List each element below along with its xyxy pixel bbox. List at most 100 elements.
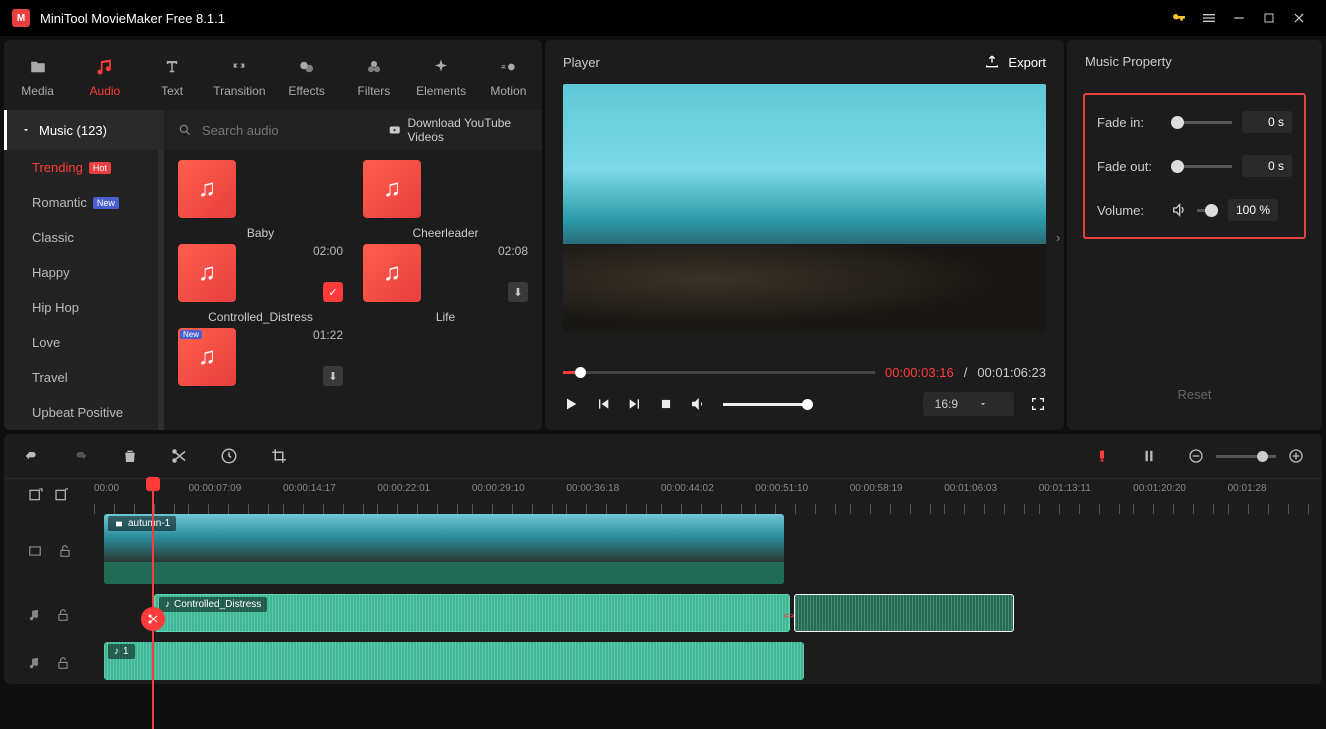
transition-icon — [229, 56, 249, 78]
sidebar-item-hiphop[interactable]: Hip Hop — [4, 290, 158, 325]
new-badge: New — [93, 197, 119, 209]
tab-filters[interactable]: Filters — [340, 48, 407, 110]
lock-icon[interactable] — [58, 543, 72, 559]
audio-item[interactable]: ♫ 02:00✓ Controlled_Distress — [178, 244, 343, 324]
scrub-slider[interactable] — [563, 371, 875, 374]
audio-item[interactable]: ♫ Cheerleader — [363, 160, 528, 240]
download-icon[interactable]: ⬇ — [508, 282, 528, 302]
search-icon — [178, 123, 192, 137]
effects-icon — [298, 56, 316, 78]
reset-button[interactable]: Reset — [1154, 379, 1236, 410]
check-icon: ✓ — [323, 282, 343, 302]
lock-icon[interactable] — [56, 655, 70, 671]
volume-prop-slider[interactable] — [1197, 209, 1218, 212]
crop-button[interactable] — [270, 447, 288, 465]
media-tabs: Media Audio Text Transition Effects Filt… — [4, 40, 542, 110]
music-icon — [95, 56, 115, 78]
audio-thumbnail: ♫ — [178, 244, 236, 302]
speed-button[interactable] — [220, 447, 238, 465]
download-icon[interactable]: ⬇ — [323, 366, 343, 386]
tab-audio[interactable]: Audio — [71, 48, 138, 110]
tab-text[interactable]: Text — [139, 48, 206, 110]
collapse-panel-icon[interactable]: › — [1056, 230, 1060, 245]
video-preview[interactable] — [563, 84, 1046, 332]
sidebar-item-travel[interactable]: Travel — [4, 360, 158, 395]
maximize-button[interactable] — [1254, 3, 1284, 33]
tab-media[interactable]: Media — [4, 48, 71, 110]
add-track-icon[interactable] — [28, 487, 44, 503]
aspect-ratio-select[interactable]: 16:9 — [923, 392, 1014, 416]
sidebar-item-love[interactable]: Love — [4, 325, 158, 360]
audio-thumbnail: ♫ — [363, 160, 421, 218]
redo-button[interactable] — [72, 448, 90, 464]
menu-icon[interactable] — [1194, 3, 1224, 33]
audio-clip[interactable]: ♪ 1 — [104, 642, 804, 680]
tab-motion[interactable]: Motion — [475, 48, 542, 110]
property-panel: Music Property Fade in: 0 s Fade out: 0 … — [1067, 40, 1322, 430]
audio-item[interactable]: New♫ 01:22⬇ — [178, 328, 343, 386]
sidebar-item-upbeat[interactable]: Upbeat Positive — [4, 395, 158, 430]
volume-icon[interactable] — [689, 395, 707, 413]
audio-track-icon — [28, 607, 42, 623]
sidebar-item-classic[interactable]: Classic — [4, 220, 158, 255]
adjust-button[interactable] — [1142, 447, 1156, 465]
tab-effects[interactable]: Effects — [273, 48, 340, 110]
sparkle-icon — [432, 56, 450, 78]
fade-out-value: 0 s — [1242, 155, 1292, 177]
audio-item[interactable]: ♫ 02:08⬇ Life — [363, 244, 528, 324]
zoom-slider[interactable] — [1216, 455, 1276, 458]
trim-cursor-icon[interactable]: ⇔ — [780, 604, 798, 625]
player-title: Player — [563, 55, 600, 70]
sidebar-item-romantic[interactable]: RomanticNew — [4, 185, 158, 220]
audio-item[interactable]: ♫ Baby — [178, 160, 343, 240]
tab-transition[interactable]: Transition — [206, 48, 273, 110]
marker-button[interactable] — [1094, 448, 1110, 464]
time-total: 00:01:06:23 — [977, 365, 1046, 380]
filters-icon — [365, 56, 383, 78]
time-current: 00:00:03:16 — [885, 365, 954, 380]
fade-out-label: Fade out: — [1097, 159, 1161, 174]
hot-badge: Hot — [89, 162, 111, 174]
audio-track-icon — [28, 655, 42, 671]
lock-icon[interactable] — [56, 607, 70, 623]
remove-track-icon[interactable] — [54, 487, 70, 503]
property-highlight-box: Fade in: 0 s Fade out: 0 s Volume: 100 % — [1083, 93, 1306, 239]
audio-grid: ♫ Baby ♫ Cheerleader ♫ 02:00✓ Controlled… — [164, 150, 542, 430]
sidebar-item-trending[interactable]: TrendingHot — [4, 150, 158, 185]
stop-button[interactable] — [659, 397, 673, 411]
scissor-icon[interactable] — [141, 607, 165, 631]
music-category-header[interactable]: Music (123) — [4, 110, 164, 150]
fullscreen-button[interactable] — [1030, 396, 1046, 412]
undo-button[interactable] — [22, 448, 40, 464]
audio-thumbnail: ♫ — [363, 244, 421, 302]
audio-clip-selected[interactable] — [794, 594, 1014, 632]
close-button[interactable] — [1284, 3, 1314, 33]
playhead[interactable] — [152, 479, 154, 729]
prev-button[interactable] — [595, 396, 611, 412]
fade-in-slider[interactable] — [1171, 121, 1232, 124]
zoom-out-button[interactable] — [1188, 448, 1204, 464]
fade-out-slider[interactable] — [1171, 165, 1232, 168]
media-panel: Media Audio Text Transition Effects Filt… — [4, 40, 542, 430]
tab-elements[interactable]: Elements — [408, 48, 475, 110]
search-input[interactable] — [202, 123, 378, 138]
delete-button[interactable] — [122, 447, 138, 465]
license-key-icon[interactable] — [1164, 3, 1194, 33]
audio-track-2: ♪ 1 — [4, 642, 1322, 684]
minimize-button[interactable] — [1224, 3, 1254, 33]
audio-clip[interactable]: ♪ Controlled_Distress — [154, 594, 790, 632]
sidebar-item-happy[interactable]: Happy — [4, 255, 158, 290]
text-icon — [162, 56, 182, 78]
video-clip[interactable]: autumn-1 — [104, 514, 784, 584]
volume-slider[interactable] — [723, 403, 813, 406]
export-button[interactable]: Export — [984, 54, 1046, 70]
download-youtube-link[interactable]: Download YouTube Videos — [388, 116, 528, 144]
play-button[interactable] — [563, 396, 579, 412]
split-button[interactable] — [170, 447, 188, 465]
timeline-ruler[interactable]: 00:00 00:00:07:09 00:00:14:17 00:00:22:0… — [4, 478, 1322, 514]
next-button[interactable] — [627, 396, 643, 412]
titlebar: M MiniTool MovieMaker Free 8.1.1 — [0, 0, 1326, 36]
fade-in-label: Fade in: — [1097, 115, 1161, 130]
music-sidebar: TrendingHot RomanticNew Classic Happy Hi… — [4, 150, 164, 430]
zoom-in-button[interactable] — [1288, 448, 1304, 464]
